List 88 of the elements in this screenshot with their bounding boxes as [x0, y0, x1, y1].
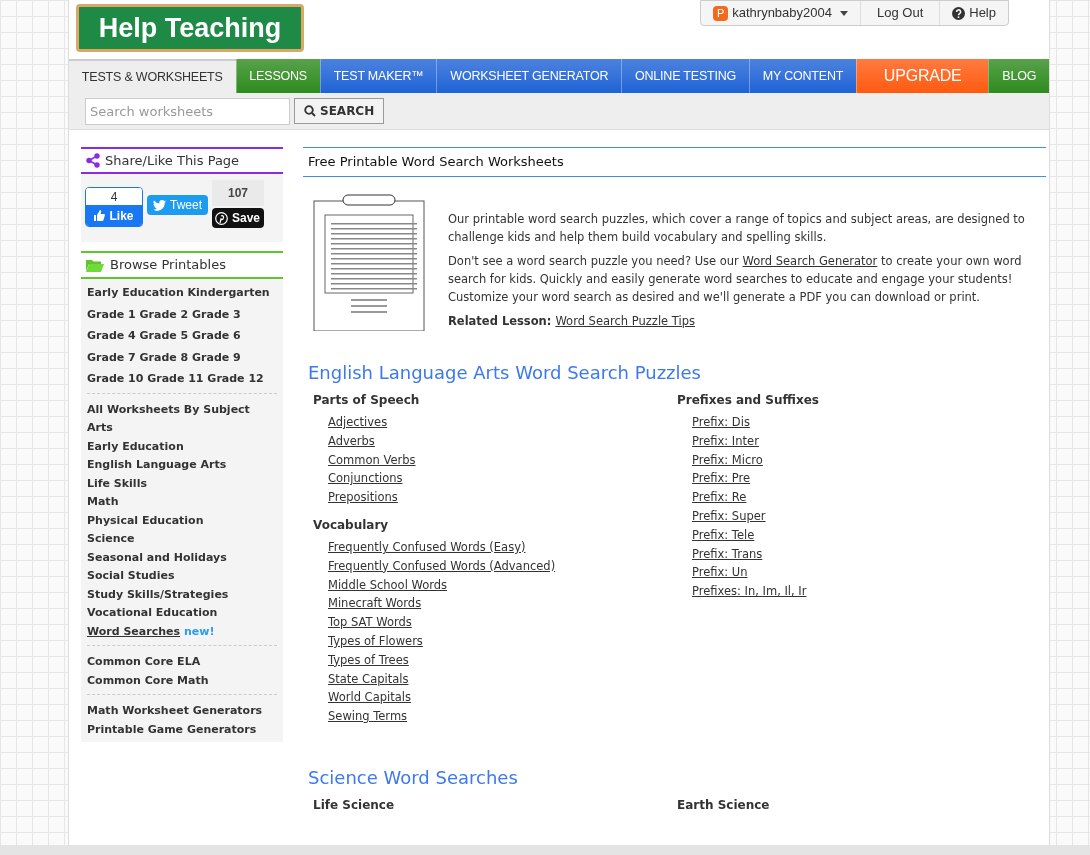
worksheet-link[interactable]: Types of Trees [328, 650, 409, 670]
save-count: 107 [212, 180, 264, 206]
folder-icon [86, 258, 104, 272]
worksheet-link[interactable]: Prefix: Trans [692, 544, 763, 564]
category-link[interactable]: Printable Game Generators [87, 721, 257, 738]
category-link[interactable]: Grade 1 Grade 2 Grade 3 [87, 306, 241, 323]
nav-tab[interactable]: BLOG [988, 59, 1049, 93]
search-field[interactable]: Search worksheets [85, 97, 290, 125]
category-link[interactable]: Grade 7 Grade 8 Grade 9 [87, 349, 241, 366]
pin-icon [215, 211, 228, 225]
section-heading: English Language Arts Word Search Puzzles [307, 361, 702, 385]
worksheet-link[interactable]: Sewing Terms [328, 707, 408, 726]
lesson-link[interactable]: Word Search Puzzle Tips [555, 312, 695, 330]
panel-title: Browse Printables [110, 256, 226, 275]
worksheet-link[interactable]: Conjunctions [328, 469, 403, 489]
worksheet-link[interactable]: Prefix: Un [692, 563, 748, 583]
category-link[interactable]: Social Studies [87, 568, 175, 585]
subsection-heading: Prefixes and Suffixes [677, 392, 820, 409]
subsection-heading: Parts of Speech [313, 392, 421, 409]
subsection-heading: Earth Science [677, 796, 771, 814]
category-link[interactable]: Math [87, 494, 119, 511]
worksheet-link[interactable]: Prefix: Inter [692, 431, 759, 451]
nav-tab[interactable]: TESTS & WORKSHEETS [69, 59, 236, 93]
worksheet-link[interactable]: Prefix: Tele [692, 525, 755, 545]
worksheet-link[interactable]: Minecraft Words [328, 594, 422, 614]
bird-icon [153, 199, 166, 211]
worksheet-link[interactable]: Middle School Words [328, 575, 448, 595]
caret-icon [840, 10, 848, 16]
search-button[interactable]: SEARCH [294, 98, 385, 124]
category-link[interactable]: Seasonal and Holidays [87, 549, 227, 566]
generator-paragraph: Don't see a word search puzzle you need? Use our Word Search Generator to create your own word search for kids. Quickly and easily generate word searches to educate and engage your students! Customize your word search as desired and we'll generate a PDF you can download or print. [448, 253, 1023, 306]
worksheet-link[interactable]: Prefix: Pre [692, 469, 751, 489]
save-button[interactable]: Save [212, 208, 264, 228]
worksheet-link[interactable]: State Capitals [328, 669, 409, 689]
worksheet-link[interactable]: Prefix: Re [692, 488, 747, 507]
nav-tab[interactable]: WORKSHEET GENERATOR [436, 59, 622, 93]
help-button[interactable]: Help [940, 1, 1008, 25]
category-link[interactable]: Study Skills/Strategies [87, 586, 229, 603]
user-avatar: P [713, 5, 729, 21]
worksheet-link[interactable]: Frequently Confused Words (Easy) [328, 538, 526, 557]
worksheet-link[interactable]: Common Verbs [328, 450, 416, 470]
logout-button[interactable]: Log Out [861, 1, 941, 25]
category-link[interactable]: Early Education [87, 438, 184, 455]
nav-tab[interactable]: TEST MAKER™ [319, 59, 437, 93]
category-link[interactable]: Arts [87, 420, 113, 437]
thumbs-up-icon [94, 210, 106, 221]
like-button[interactable]: 4 Like [85, 187, 143, 227]
search-icon [304, 105, 316, 117]
category-link[interactable]: Common Core ELA [87, 654, 201, 671]
worksheet-link[interactable]: Adverbs [328, 431, 375, 451]
generator-link[interactable]: Word Search Generator [742, 254, 878, 268]
user-menu[interactable]: P kathrynbaby2004 [701, 1, 861, 25]
worksheet-link[interactable]: Top SAT Words [328, 613, 412, 632]
category-link[interactable]: Common Core Math [87, 672, 209, 689]
category-link[interactable]: Word Searches [87, 623, 181, 640]
category-link[interactable]: Grade 4 Grade 5 Grade 6 [87, 328, 241, 345]
logo[interactable]: Help Teaching [76, 4, 304, 52]
intro-paragraph: Our printable word search puzzles, which cover a range of topics and subject areas, are designed to challenge kids and help them build vocabulary and spelling skills. [448, 211, 1026, 246]
category-link[interactable]: Life Skills [87, 475, 147, 492]
nav-tab[interactable]: LESSONS [235, 59, 320, 93]
worksheet-link[interactable]: Prefix: Micro [692, 450, 763, 470]
help-icon [952, 6, 966, 20]
nav-tab[interactable]: ONLINE TESTING [621, 59, 749, 93]
worksheet-link[interactable]: Types of Flowers [328, 631, 423, 651]
subsection-heading: Vocabulary [313, 517, 390, 534]
worksheet-link[interactable]: Adjectives [328, 413, 388, 432]
category-link[interactable]: Science [87, 531, 135, 548]
share-icon [86, 153, 100, 168]
page-heading: Free Printable Word Search Worksheets [303, 147, 1046, 177]
worksheet-link[interactable]: Prefix: Dis [692, 413, 750, 432]
panel-title: Share/Like This Page [105, 151, 240, 170]
category-link[interactable]: All Worksheets By Subject [87, 401, 250, 418]
category-link[interactable]: Vocational Education [87, 605, 218, 622]
section-heading: Science Word Searches [307, 765, 519, 790]
category-link[interactable]: Physical Education [87, 512, 204, 529]
worksheet-link[interactable]: World Capitals [328, 688, 411, 708]
category-link[interactable]: Grade 10 Grade 11 Grade 12 [87, 371, 264, 388]
subsection-heading: Life Science [313, 796, 396, 814]
worksheet-link[interactable]: Prefixes: In, Im, Il, Ir [692, 582, 807, 601]
nav-tab[interactable]: MY CONTENT [748, 59, 857, 93]
worksheet-link[interactable]: Prepositions [328, 488, 398, 507]
new-label: new! [184, 623, 215, 640]
category-link[interactable]: Math Worksheet Generators [87, 703, 263, 720]
category-link[interactable]: English Language Arts [87, 457, 227, 474]
worksheet-link[interactable]: Prefix: Super [692, 507, 766, 526]
category-link[interactable]: Early Education Kindergarten [87, 285, 270, 302]
related-label: Related Lesson: [448, 313, 552, 330]
worksheet-link[interactable]: Frequently Confused Words (Advanced) [328, 556, 556, 576]
